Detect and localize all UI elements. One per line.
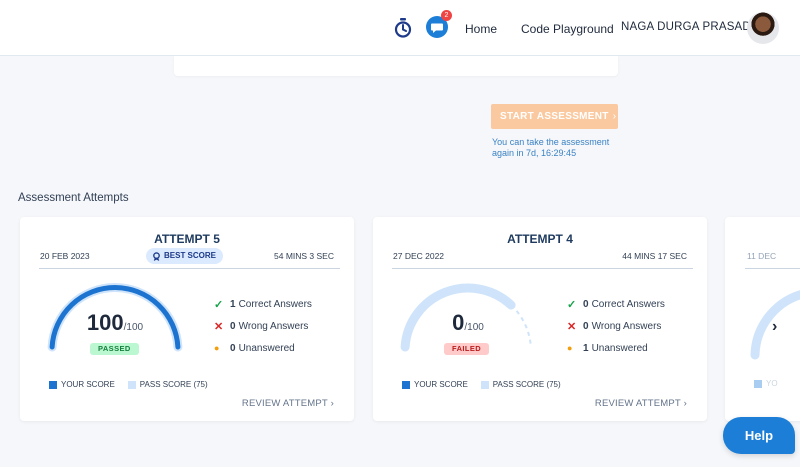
best-score-label: BEST SCORE: [164, 251, 217, 260]
unanswered-count: 0: [230, 342, 236, 354]
section-title: Assessment Attempts: [18, 192, 129, 204]
correct-count: 0: [583, 298, 589, 310]
score-value: 100/100: [42, 310, 188, 336]
legend-pass-score: PASS SCORE (75): [139, 380, 208, 389]
start-assessment-button[interactable]: START ASSESSMENT ›: [491, 104, 618, 129]
attempt-date: 27 DEC 2022: [393, 251, 445, 261]
user-name[interactable]: NAGA DURGA PRASAD: [621, 21, 751, 33]
retake-line-2: again in 7d, 16:29:45: [492, 148, 577, 158]
score-number: 0: [452, 310, 465, 335]
attempt-duration: 54 MINS 3 SEC: [274, 251, 334, 261]
unanswered-label: Unanswered: [238, 342, 295, 354]
wrong-count: 0: [583, 320, 589, 332]
pass-score-swatch: [127, 380, 136, 389]
dot-icon: ●: [567, 343, 573, 353]
cross-icon: ✕: [567, 320, 577, 333]
legend-your-score: YOUR SCORE: [414, 380, 468, 389]
divider: [392, 268, 693, 269]
check-icon: ✓: [214, 298, 224, 311]
chevron-right-icon: ›: [612, 111, 617, 122]
attempt-card: ATTEMPT 5 20 FEB 2023 BEST SCORE 54 MINS…: [20, 217, 354, 421]
wrong-answers: ✕ 0 Wrong Answers: [214, 315, 312, 337]
status-badge: PASSED: [90, 343, 139, 355]
your-score-swatch: [402, 380, 410, 389]
score-number: 100: [86, 310, 124, 335]
review-attempt-link[interactable]: REVIEW ATTEMPT ›: [595, 398, 687, 409]
wrong-label: Wrong Answers: [591, 320, 662, 332]
gauge-legend: YOUR SCORE PASS SCORE (75): [402, 380, 561, 389]
divider: [39, 268, 340, 269]
your-score-swatch: [754, 380, 762, 388]
attempt-card: ATTEMPT 4 27 DEC 2022 44 MINS 17 SEC 0/1…: [373, 217, 707, 421]
next-arrow-icon[interactable]: ›: [772, 318, 777, 336]
chevron-right-icon: ›: [683, 398, 687, 409]
wrong-label: Wrong Answers: [238, 320, 309, 332]
award-icon: [153, 251, 160, 261]
retake-timer-text: You can take the assessment again in 7d,…: [492, 137, 632, 159]
unanswered-count: 1: [583, 342, 589, 354]
unanswered: ● 1 Unanswered: [567, 337, 665, 359]
answer-stats: ✓ 1 Correct Answers ✕ 0 Wrong Answers ● 0 Unan…: [214, 293, 312, 359]
notification-badge: 2: [441, 10, 452, 21]
help-button[interactable]: Help: [723, 417, 795, 454]
wrong-answers: ✕ 0 Wrong Answers: [567, 315, 665, 337]
best-score-badge: BEST SCORE: [146, 248, 224, 264]
correct-answers: ✓ 1 Correct Answers: [214, 293, 312, 315]
attempt-title: ATTEMPT 5: [154, 232, 220, 246]
correct-label: Correct Answers: [238, 298, 312, 310]
top-navigation-bar: 2 Home Code Playground NAGA DURGA PRASAD: [0, 0, 800, 56]
legend-your-score: YO: [766, 379, 778, 388]
unanswered: ● 0 Unanswered: [214, 337, 312, 359]
score-total: /100: [123, 322, 144, 333]
avatar[interactable]: [747, 12, 779, 44]
legend-your-score: YOUR SCORE: [61, 380, 115, 389]
nav-code-playground-link[interactable]: Code Playground: [521, 22, 614, 36]
start-assessment-label: START ASSESSMENT: [500, 111, 609, 122]
score-total: /100: [464, 322, 484, 333]
status-badge: FAILED: [444, 343, 490, 355]
attempt-date: 20 FEB 2023: [40, 251, 90, 261]
review-attempt-link[interactable]: REVIEW ATTEMPT ›: [242, 398, 334, 409]
legend-pass-score: PASS SCORE (75): [492, 380, 561, 389]
answer-stats: ✓ 0 Correct Answers ✕ 0 Wrong Answers ● 1 Unan…: [567, 293, 665, 359]
review-label: REVIEW ATTEMPT: [241, 398, 328, 409]
correct-count: 1: [230, 298, 236, 310]
correct-answers: ✓ 0 Correct Answers: [567, 293, 665, 315]
attempt-card: 11 DEC YO: [725, 217, 800, 421]
assessment-details-card: [174, 56, 618, 76]
attempt-date: 11 DEC: [747, 251, 777, 261]
divider: [745, 268, 800, 269]
attempt-title: ATTEMPT 4: [507, 232, 573, 246]
score-value: 0/100: [395, 310, 541, 336]
correct-label: Correct Answers: [591, 298, 665, 310]
wrong-count: 0: [230, 320, 236, 332]
attempt-duration: 44 MINS 17 SEC: [622, 251, 687, 261]
retake-line-1: You can take the assessment: [492, 137, 610, 147]
stopwatch-icon[interactable]: [394, 18, 412, 38]
cross-icon: ✕: [214, 320, 224, 333]
chevron-right-icon: ›: [330, 398, 334, 409]
pass-score-swatch: [480, 380, 489, 389]
nav-home-link[interactable]: Home: [465, 22, 497, 36]
your-score-swatch: [49, 380, 57, 389]
unanswered-label: Unanswered: [591, 342, 648, 354]
check-icon: ✓: [567, 298, 577, 311]
review-label: REVIEW ATTEMPT: [594, 398, 681, 409]
gauge-legend: YOUR SCORE PASS SCORE (75): [49, 380, 208, 389]
dot-icon: ●: [214, 343, 220, 353]
